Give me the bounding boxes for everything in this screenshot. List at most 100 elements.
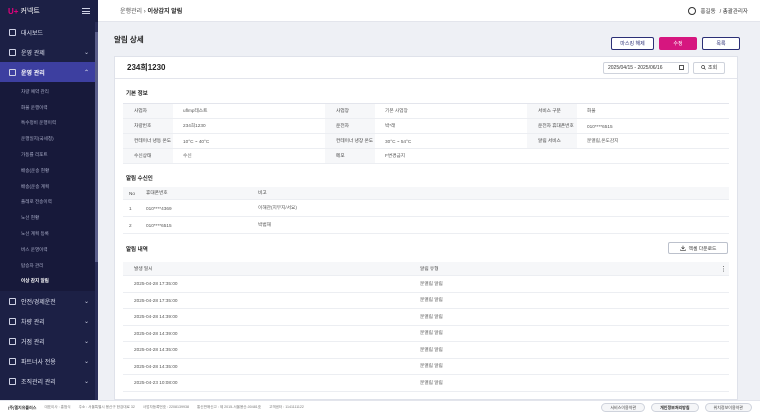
excel-download-button[interactable]: 엑셀 다운로드 xyxy=(668,242,728,254)
info-value: 박*래 xyxy=(385,123,396,128)
submenu-item[interactable]: 운행일지(국세청) xyxy=(0,131,98,147)
footer-info-item: 고객센터 : 1141111122 xyxy=(269,405,304,409)
org-icon xyxy=(9,377,16,385)
table-row: 2025-04-28 14:39:00 문열림 알림 xyxy=(123,326,729,342)
detail-card: 234희1230 2025/04/15 - 2025/06/16 조회 기본 정… xyxy=(114,56,738,400)
sidebar-bottom-item-4[interactable]: 조직관리 관리 ⌄ xyxy=(0,371,98,391)
sidebar-bottom-item-0[interactable]: 안전/경제운전 ⌄ xyxy=(0,291,98,311)
submenu-item[interactable]: 버스 운영이력 xyxy=(0,242,98,258)
search-icon xyxy=(701,65,706,70)
footer-info-item: 통신판매신고 : 제 2015-서울용산-00481호 xyxy=(197,405,262,409)
chevron-down-icon: ⌄ xyxy=(83,49,89,56)
sidebar-bottom-item-2[interactable]: 거점 관리 ⌄ xyxy=(0,331,98,351)
partner-icon xyxy=(9,357,16,365)
monitor-icon xyxy=(9,48,16,56)
sidebar-item-left: 운영 관리 xyxy=(9,68,45,77)
info-key: 운전자 xyxy=(325,119,375,133)
vehicle-title: 234희1230 xyxy=(127,63,166,72)
footer: (주)엘지유플러스 대표이사 : 홍범식 주소 : 서울특별시 용산구 한강대로 … xyxy=(0,400,760,414)
brand-mark: U+ xyxy=(8,6,19,16)
shield-icon xyxy=(9,297,16,305)
page-actions: 마스킹 해제 수정 목록 xyxy=(611,37,740,50)
submenu-item[interactable]: 배송(운송 현황 xyxy=(0,163,98,179)
header-note: 비고 xyxy=(258,190,267,195)
pin-icon xyxy=(9,337,16,345)
history-type: 문열림 알림 xyxy=(420,297,443,303)
chevron-down-icon: ⌄ xyxy=(83,318,89,325)
history-title: 알림 내역 xyxy=(126,247,148,253)
truck-icon xyxy=(9,68,16,76)
excel-download-label: 엑셀 다운로드 xyxy=(688,246,717,252)
sidebar-item-0[interactable]: 대시보드 xyxy=(0,22,98,42)
sidebar-item-operations[interactable]: 운영 관리 ⌃ xyxy=(0,62,98,82)
breadcrumb-parent[interactable]: 운행관리 xyxy=(120,9,142,15)
info-value: 문열림,온도감지 xyxy=(587,138,619,143)
submenu-item[interactable]: 배송(운송 계획 xyxy=(0,179,98,195)
chevron-down-icon: ⌄ xyxy=(83,298,89,305)
submenu-item[interactable]: 가동률 리포트 xyxy=(0,147,98,163)
history-time: 2025-04-28 14:35:00 xyxy=(134,347,178,353)
info-key: 차량번호 xyxy=(123,119,173,133)
sidebar-item-left: 조직관리 관리 xyxy=(9,377,56,386)
history-type: 문열림 알림 xyxy=(420,313,443,319)
main-content: 알림 상세 마스킹 해제 수정 목록 234희1230 2025/04/15 -… xyxy=(98,22,760,400)
chevron-down-icon: ⌄ xyxy=(83,358,89,365)
sidebar-submenu: 차량 예약 관리 화물 운행이력 특수정비 운행이력 운행일지(국세청) 가동률 리포트… xyxy=(0,82,98,292)
unmask-button[interactable]: 마스킹 해제 xyxy=(611,37,654,50)
info-value: 234희1230 xyxy=(183,123,206,128)
brand-logo[interactable]: U+ 커넥트 xyxy=(8,6,40,16)
table-row: 2025-04-28 17:35:00 문열림 알림 xyxy=(123,293,729,309)
recipient-note: 박범재 xyxy=(258,222,271,227)
recipient-phone: 010****6515 xyxy=(146,222,172,228)
sidebar-item-left: 안전/경제운전 xyxy=(9,297,56,306)
submenu-item[interactable]: 노선 계획 등록 xyxy=(0,226,98,242)
info-value: uflmp테스트 xyxy=(183,108,208,113)
list-button[interactable]: 목록 xyxy=(702,37,740,50)
sidebar-item-left: 차량 관리 xyxy=(9,317,45,326)
submenu-item[interactable]: 탑승자 관리 xyxy=(0,258,98,274)
hamburger-menu-icon[interactable] xyxy=(82,8,90,14)
breadcrumb-current: 이상감지 알림 xyxy=(147,9,183,15)
footer-link[interactable]: 개인정보처리방침 xyxy=(651,403,699,412)
basic-info-table: 사업자 uflmp테스트 사업장 기본 사업장 서비스 구분 화물 차량번호 234희1230… xyxy=(123,103,729,164)
recipient-no: 2 xyxy=(129,222,132,228)
sidebar-item-label: 대시보드 xyxy=(21,30,44,37)
submenu-item[interactable]: 플레로 전송이력 xyxy=(0,195,98,211)
chevron-up-icon: ⌃ xyxy=(83,69,89,76)
user-avatar-icon xyxy=(688,6,697,15)
history-type: 문열림 알림 xyxy=(420,346,443,352)
sidebar-item-label: 조직관리 관리 xyxy=(21,379,56,386)
user-menu[interactable]: 홍길동 / 총괄관리자 xyxy=(688,6,748,15)
info-value: F변경금지 xyxy=(385,153,406,158)
header-no: No xyxy=(129,190,135,196)
footer-info-item: 사업자등록번호 : 2208139938 xyxy=(142,405,189,409)
info-key: 알림 서비스 xyxy=(527,134,577,148)
sidebar-item-left: 대시보드 xyxy=(9,28,43,37)
footer-link[interactable]: 서비스이용약관 xyxy=(601,403,646,412)
info-key: 컨테이너 냉동 온도 xyxy=(123,134,173,148)
submenu-item[interactable]: 특수정비 운행이력 xyxy=(0,116,98,132)
info-key: 사업장 xyxy=(325,104,375,118)
header-time: 발생 일시 xyxy=(134,265,153,271)
table-row: 2025-04-28 14:35:00 문열림 알림 xyxy=(123,359,729,375)
sidebar-item-1[interactable]: 운영 관제 ⌄ xyxy=(0,42,98,62)
submenu-item[interactable]: 화물 운행이력 xyxy=(0,100,98,116)
sidebar-bottom-item-1[interactable]: 차량 관리 ⌄ xyxy=(0,311,98,331)
sidebar-item-label: 운영 관제 xyxy=(21,50,45,57)
edit-button[interactable]: 수정 xyxy=(659,37,697,50)
info-key: 컨테이너 냉장 온도 xyxy=(325,134,375,148)
info-key: 수신상태 xyxy=(123,149,173,163)
more-options-icon[interactable]: ⋮ xyxy=(720,265,727,273)
sidebar-item-label: 차량 관리 xyxy=(21,319,45,326)
footer-link[interactable]: 위치정보이용약관 xyxy=(704,403,752,412)
history-time: 2025-04-28 14:39:00 xyxy=(134,314,178,320)
recipients-title: 알림 수신인 xyxy=(126,176,153,182)
submenu-item[interactable]: 이상 감지 알림 xyxy=(0,274,98,290)
search-button[interactable]: 조회 xyxy=(693,61,725,74)
date-range-input[interactable]: 2025/04/15 - 2025/06/16 xyxy=(603,61,689,74)
sidebar-bottom-item-3[interactable]: 파트너사 전용 ⌄ xyxy=(0,351,98,371)
info-value: 010****6515 xyxy=(587,123,613,129)
footer-links: 서비스이용약관 개인정보처리방침 위치정보이용약관 xyxy=(601,403,752,412)
submenu-item[interactable]: 차량 예약 관리 xyxy=(0,84,98,100)
submenu-item[interactable]: 노선 현황 xyxy=(0,210,98,226)
